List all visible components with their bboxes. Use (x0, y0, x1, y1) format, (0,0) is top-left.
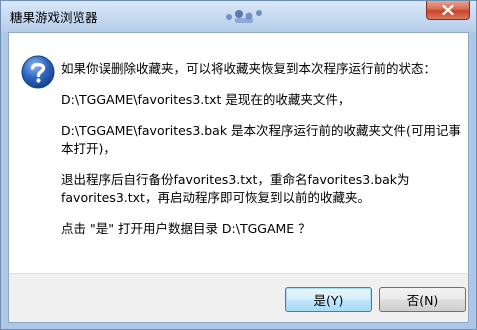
no-button[interactable]: 否(N) (379, 287, 466, 312)
message-line-current-file: D:\TGGAME\favorites3.txt 是现在的收藏夹文件， (61, 92, 351, 107)
title-bar[interactable]: 糖果游戏浏览器 (1, 1, 476, 32)
message-text: 如果你误删除收藏夹，可以将收藏夹恢复到本次程序运行前的状态： D:\TGGAME… (61, 60, 461, 251)
message-line-restore-steps: 退出程序后自行备份favorites3.txt，重命名favorites3.ba… (61, 172, 410, 205)
yes-button[interactable]: 是(Y) (285, 287, 372, 312)
dialog-body: 如果你误删除收藏夹，可以将收藏夹恢复到本次程序运行前的状态： D:\TGGAME… (8, 32, 469, 323)
question-icon (21, 55, 55, 89)
dialog-window: 糖果游戏浏览器 如果你误删除收藏夹，可以将收藏夹恢复到本次程序运行前的状态： D… (0, 0, 477, 330)
message-line-prompt: 点击 "是" 打开用户数据目录 D:\TGGAME ？ (61, 221, 311, 236)
message-line-intro: 如果你误删除收藏夹，可以将收藏夹恢复到本次程序运行前的状态： (61, 61, 437, 76)
button-bar: 是(Y) 否(N) (9, 273, 468, 322)
window-title: 糖果游戏浏览器 (10, 10, 98, 25)
title-bar-decoration (226, 10, 262, 23)
message-line-backup-file: D:\TGGAME\favorites3.bak 是本次程序运行前的收藏夹文件(… (61, 123, 461, 156)
close-icon (442, 5, 454, 15)
close-button[interactable] (426, 1, 470, 20)
